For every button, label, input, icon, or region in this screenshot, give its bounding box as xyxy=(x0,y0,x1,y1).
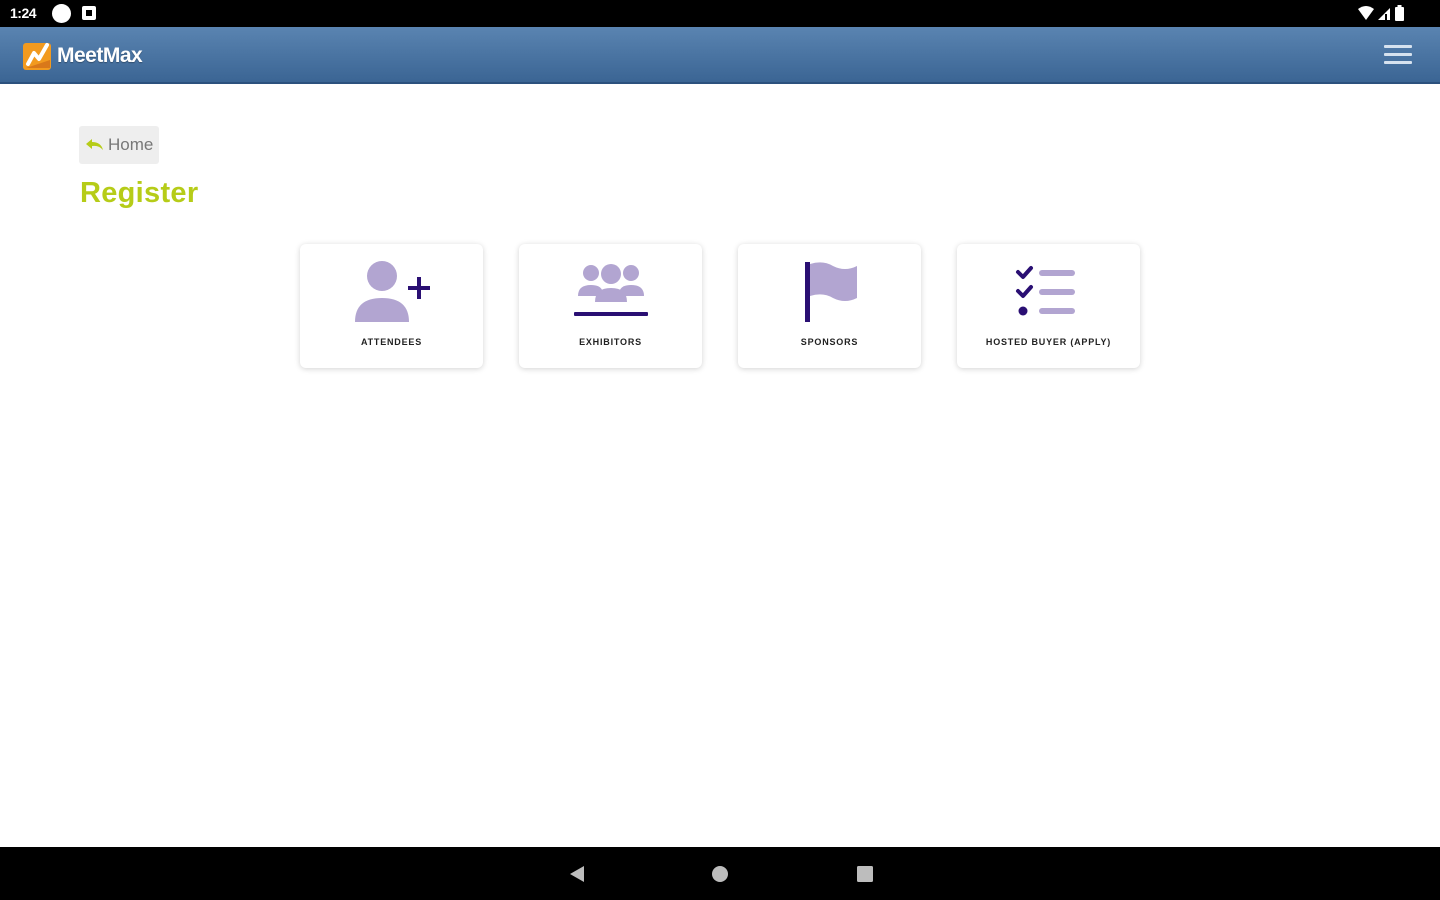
wifi-icon xyxy=(1358,6,1374,20)
brand-name: MeetMax xyxy=(57,44,143,67)
signal-icon xyxy=(1378,8,1390,20)
home-circle-icon[interactable] xyxy=(710,864,730,884)
brand-logo[interactable]: MeetMax xyxy=(22,40,143,72)
battery-icon xyxy=(1395,5,1404,21)
back-triangle-icon[interactable] xyxy=(566,864,586,884)
tile-exhibitors[interactable]: EXHIBITORS xyxy=(519,244,702,368)
checklist-icon xyxy=(1015,266,1075,316)
tile-hosted-buyer[interactable]: HOSTED BUYER (APPLY) xyxy=(957,244,1140,368)
tile-label: EXHIBITORS xyxy=(579,337,642,347)
app-bar: MeetMax xyxy=(0,27,1440,84)
system-nav-bar xyxy=(0,847,1440,900)
group-icon xyxy=(573,264,648,316)
status-icons xyxy=(1358,4,1414,24)
meetmax-logo-icon xyxy=(23,43,51,70)
tile-label: SPONSORS xyxy=(800,337,859,347)
status-time: 1:24 xyxy=(10,5,37,21)
breadcrumb-label: Home xyxy=(108,135,154,154)
status-bar: 1:24 xyxy=(0,0,1440,27)
page-title: Register xyxy=(80,177,199,209)
recents-square-icon[interactable] xyxy=(855,864,875,884)
circle-icon xyxy=(52,4,71,23)
back-arrow-icon xyxy=(86,139,103,150)
tile-attendees[interactable]: ATTENDEES xyxy=(300,244,483,368)
hamburger-menu-icon[interactable] xyxy=(1384,43,1412,67)
tile-label: HOSTED BUYER (APPLY) xyxy=(985,337,1112,347)
notification-icon xyxy=(82,6,96,20)
tile-label: ATTENDEES xyxy=(360,337,423,347)
breadcrumb-home-link[interactable]: Home xyxy=(79,126,160,164)
flag-icon xyxy=(804,262,857,322)
tile-sponsors[interactable]: SPONSORS xyxy=(738,244,921,368)
add-user-icon xyxy=(354,261,430,322)
